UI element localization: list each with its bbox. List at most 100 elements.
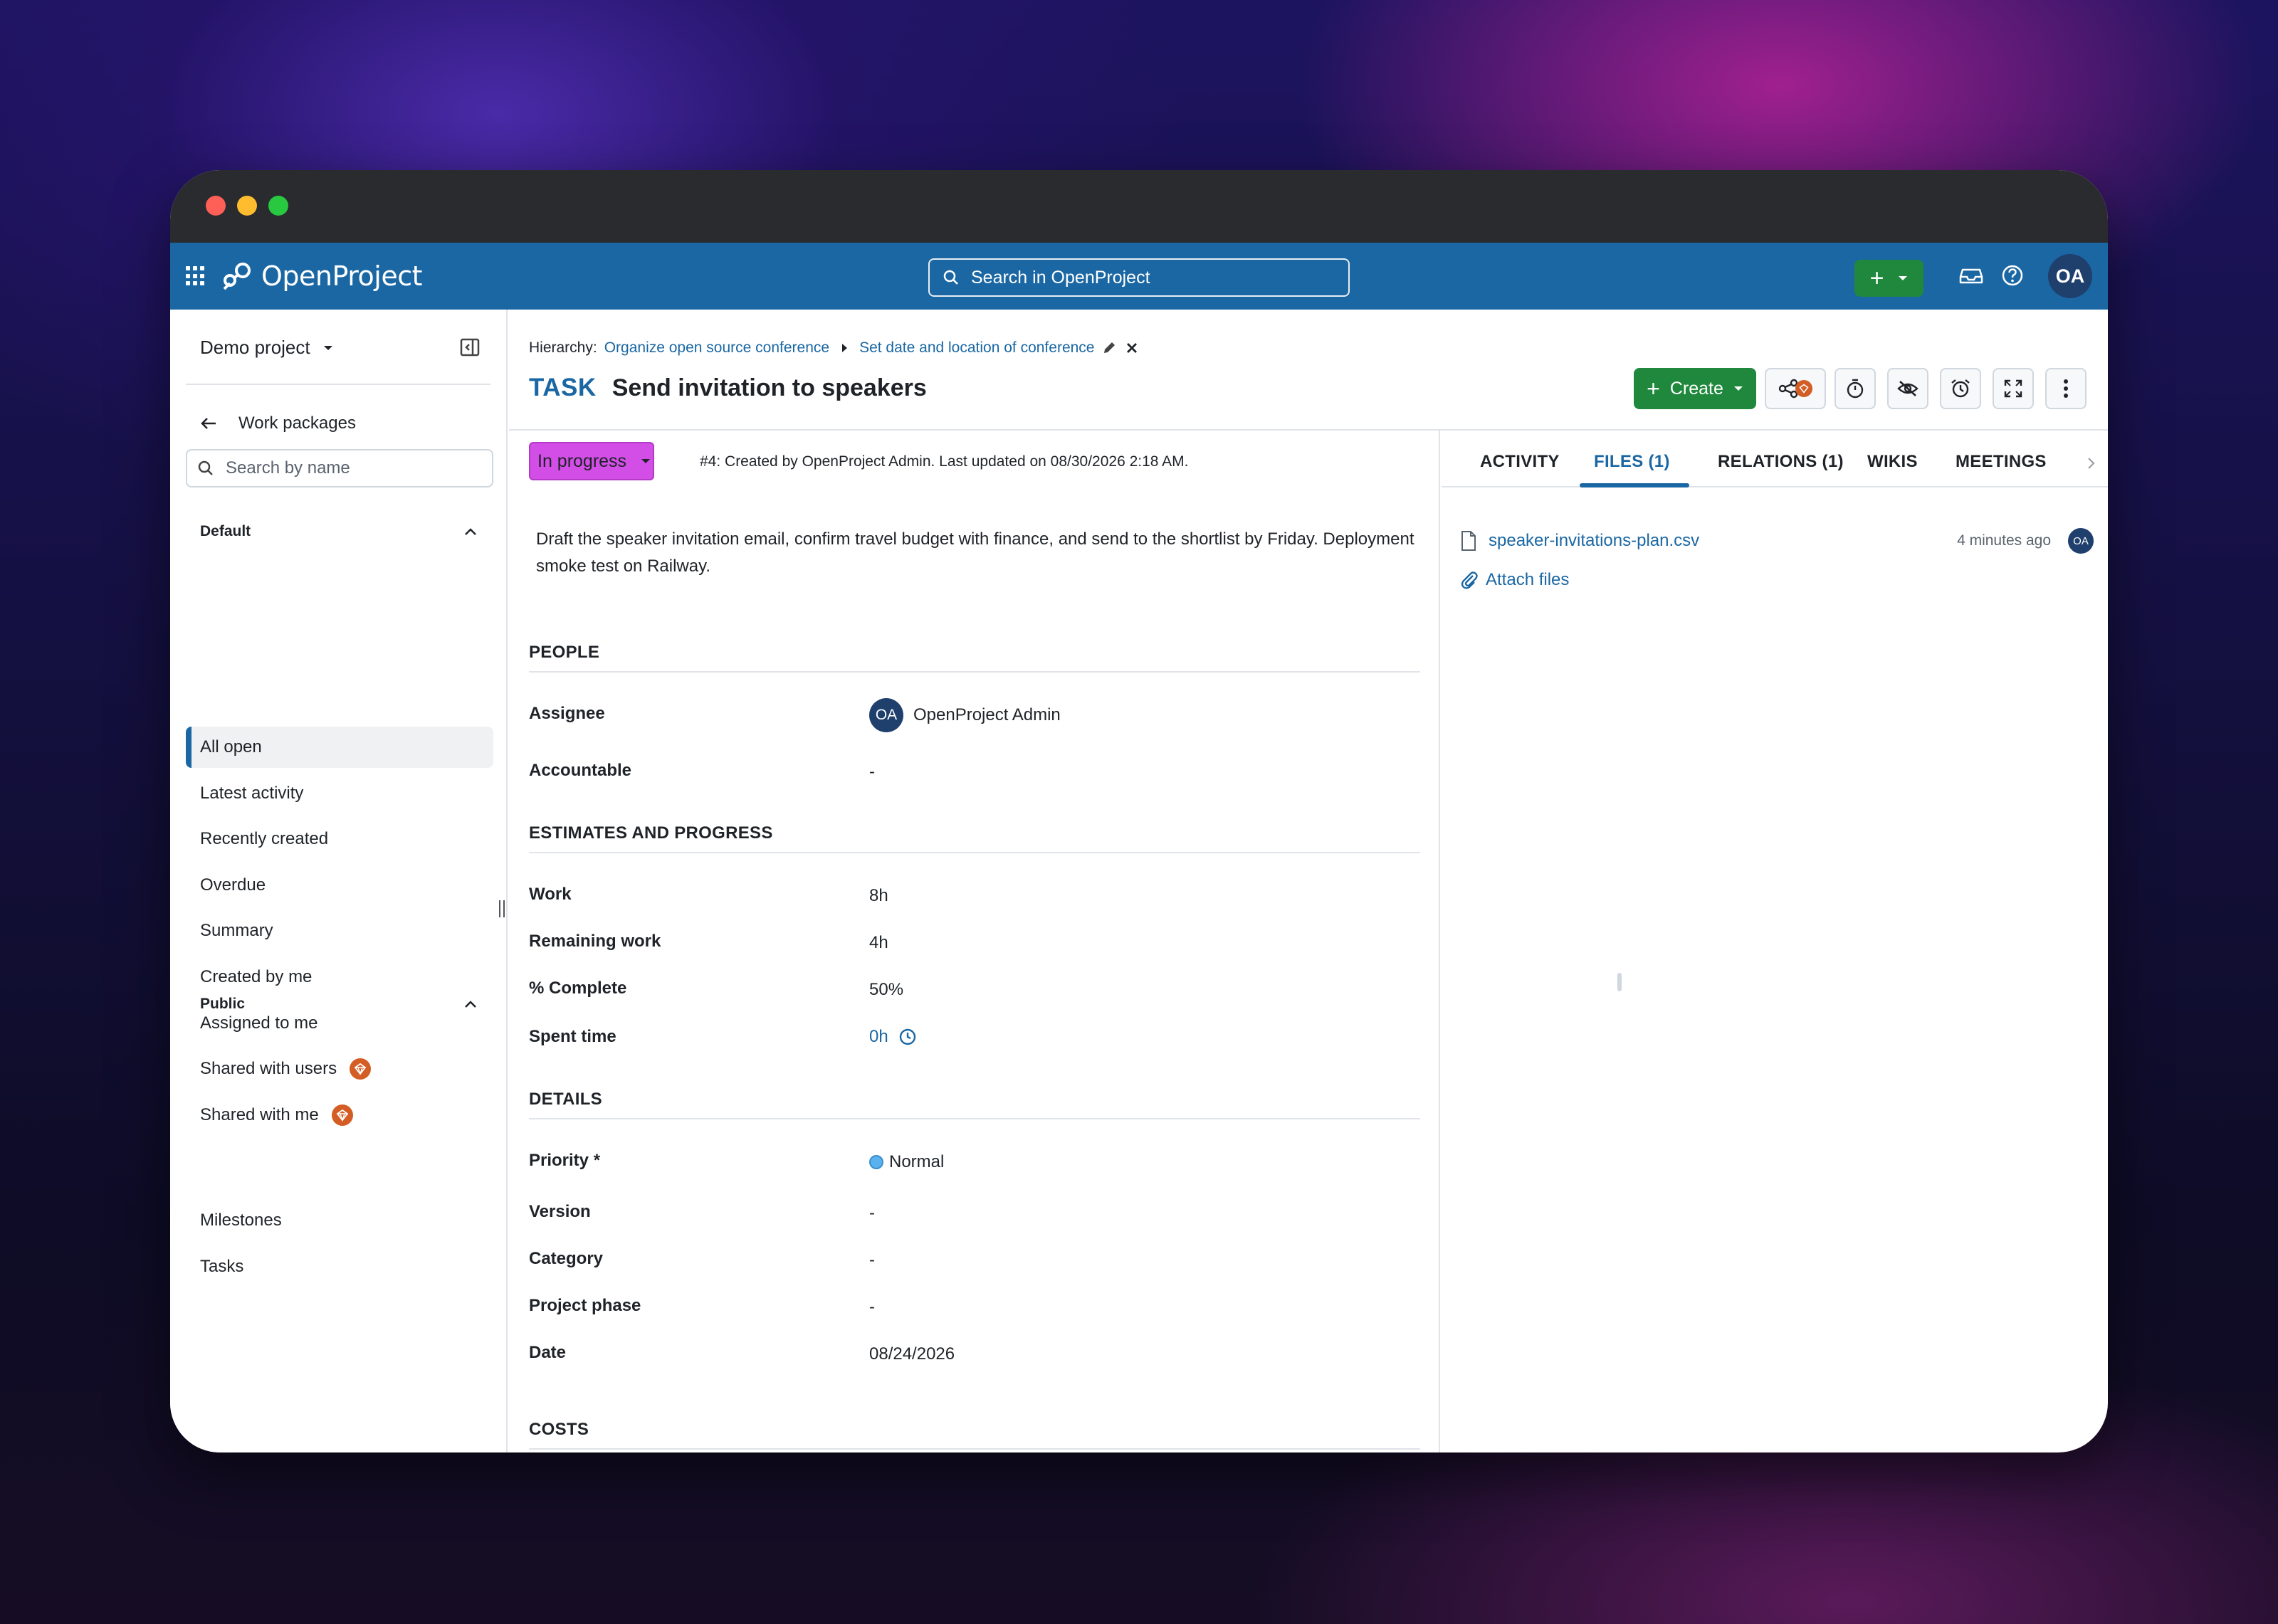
category-value[interactable]: -	[869, 1250, 875, 1270]
minimize-window-button[interactable]	[237, 196, 257, 216]
assignee-value[interactable]: OA OpenProject Admin	[869, 698, 1061, 732]
paperclip-icon	[1461, 571, 1478, 589]
percent-complete-label: % Complete	[529, 979, 627, 998]
date-value[interactable]: 08/24/2026	[869, 1344, 955, 1364]
stopwatch-icon	[1847, 379, 1864, 399]
sidebar-item-shared-with-me[interactable]: Shared with me	[186, 1095, 493, 1136]
enterprise-badge-icon	[1795, 380, 1812, 397]
spent-time-value[interactable]: 0h	[869, 1027, 917, 1047]
close-icon[interactable]	[1124, 340, 1140, 356]
project-phase-value[interactable]: -	[869, 1297, 875, 1317]
project-phase-label: Project phase	[529, 1296, 641, 1315]
attach-files-button[interactable]: Attach files	[1460, 570, 1569, 590]
enterprise-badge-icon	[350, 1058, 372, 1080]
priority-label: Priority *	[529, 1151, 601, 1170]
global-search-input[interactable]: Search in OpenProject	[928, 258, 1350, 297]
sidebar-item-shared-with-users[interactable]: Shared with users	[186, 1048, 493, 1090]
status-dropdown[interactable]: In progress	[529, 442, 654, 480]
search-icon	[943, 270, 958, 285]
date-label: Date	[529, 1343, 567, 1362]
file-timestamp: 4 minutes ago	[1957, 532, 2051, 549]
percent-complete-value[interactable]: 50%	[869, 980, 903, 1000]
expand-icon	[2004, 379, 2022, 398]
priority-dot-icon	[869, 1155, 883, 1169]
file-name-link[interactable]: speaker-invitations-plan.csv	[1489, 531, 1699, 551]
quick-add-button[interactable]: +	[1854, 260, 1923, 297]
clock-icon[interactable]	[898, 1028, 917, 1046]
app-name: OpenProject	[261, 260, 423, 292]
work-value[interactable]: 8h	[869, 886, 888, 906]
sidebar-item-overdue[interactable]: Overdue	[186, 865, 493, 906]
caret-down-icon	[323, 345, 332, 350]
work-package-type[interactable]: TASK	[529, 374, 597, 402]
project-selector[interactable]: Demo project	[200, 337, 333, 359]
sidebar-item-created-by-me[interactable]: Created by me	[186, 956, 493, 998]
sidebar-item-label: All open	[200, 737, 262, 756]
search-icon	[198, 460, 213, 475]
watch-button[interactable]	[1887, 368, 1928, 409]
reminder-button[interactable]	[1940, 368, 1981, 409]
fullscreen-button[interactable]	[1993, 368, 2034, 409]
openproject-logo[interactable]: OpenProject	[221, 258, 423, 294]
sidebar-divider	[186, 384, 490, 385]
pencil-icon[interactable]	[1101, 340, 1117, 356]
plus-icon: +	[1647, 375, 1660, 401]
tab-activity[interactable]: ACTIVITY	[1480, 452, 1560, 472]
arrow-left-icon	[201, 418, 216, 429]
more-actions-button[interactable]	[2045, 368, 2087, 409]
status-label: In progress	[537, 450, 627, 471]
sidebar-item-latest-activity[interactable]: Latest activity	[186, 773, 493, 814]
sidebar-item-label: Shared with users	[200, 1059, 337, 1078]
accountable-value[interactable]: -	[869, 762, 875, 782]
description[interactable]: Draft the speaker invitation email, conf…	[536, 526, 1419, 580]
inbox-icon[interactable]	[1958, 263, 1984, 288]
user-avatar[interactable]: OA	[2048, 254, 2092, 298]
spent-time-text: 0h	[869, 1027, 888, 1046]
breadcrumb: Hierarchy: Organize open source conferen…	[529, 339, 1140, 357]
chevron-up-icon[interactable]	[462, 996, 479, 1013]
tab-wikis[interactable]: WIKIS	[1867, 452, 1918, 472]
section-public-title: Public	[200, 996, 246, 1012]
hierarchy-parent-link[interactable]: Organize open source conference	[604, 339, 829, 357]
hierarchy-current-link[interactable]: Set date and location of conference	[859, 339, 1094, 357]
sidebar-item-summary[interactable]: Summary	[186, 910, 493, 951]
sidebar-item-milestones[interactable]: Milestones	[186, 1200, 493, 1241]
sidebar: Demo project Work packages Search by nam…	[170, 310, 508, 1452]
enterprise-badge-icon	[331, 1104, 353, 1126]
sidebar-item-label: Shared with me	[200, 1105, 319, 1124]
help-icon[interactable]	[2000, 263, 2025, 288]
sidebar-item-tasks[interactable]: Tasks	[186, 1246, 493, 1287]
sidebar-search-input[interactable]: Search by name	[186, 449, 493, 487]
top-header: OpenProject Search in OpenProject + OA	[170, 243, 2108, 310]
collapse-sidebar-icon[interactable]	[459, 337, 481, 358]
project-name: Demo project	[200, 337, 310, 358]
file-list-item: speaker-invitations-plan.csv 4 minutes a…	[1460, 528, 2094, 554]
create-button[interactable]: + Create	[1634, 368, 1756, 409]
close-window-button[interactable]	[206, 196, 226, 216]
share-button[interactable]	[1765, 368, 1826, 409]
work-package-title[interactable]: Send invitation to speakers	[612, 374, 927, 402]
sidebar-item-recently-created[interactable]: Recently created	[186, 818, 493, 860]
chevron-up-icon[interactable]	[462, 523, 479, 540]
tab-meetings[interactable]: MEETINGS	[1956, 452, 2047, 472]
tab-relations[interactable]: RELATIONS (1)	[1718, 452, 1844, 472]
log-time-button[interactable]	[1835, 368, 1876, 409]
modules-grid-icon[interactable]	[186, 266, 206, 286]
eye-closed-icon	[1897, 381, 1919, 396]
version-value[interactable]: -	[869, 1203, 875, 1223]
tabs-pane: ACTIVITY FILES (1) RELATIONS (1) WIKIS M…	[1442, 431, 2108, 1452]
tab-files[interactable]: FILES (1)	[1594, 452, 1670, 472]
back-label: Work packages	[238, 413, 356, 433]
title-bar	[170, 170, 2108, 243]
avatar: OA	[2068, 528, 2094, 554]
remaining-work-value[interactable]: 4h	[869, 933, 888, 953]
active-tab-indicator	[1580, 483, 1689, 487]
maximize-window-button[interactable]	[268, 196, 288, 216]
chevron-right-icon[interactable]	[2084, 456, 2098, 470]
sidebar-item-all-open[interactable]: All open	[186, 727, 493, 768]
priority-value[interactable]: Normal	[869, 1152, 944, 1172]
sidebar-resize-handle[interactable]	[499, 900, 505, 917]
accountable-label: Accountable	[529, 761, 632, 780]
work-packages-back-link[interactable]: Work packages	[200, 413, 356, 433]
sidebar-item-label: Assigned to me	[200, 1013, 318, 1033]
